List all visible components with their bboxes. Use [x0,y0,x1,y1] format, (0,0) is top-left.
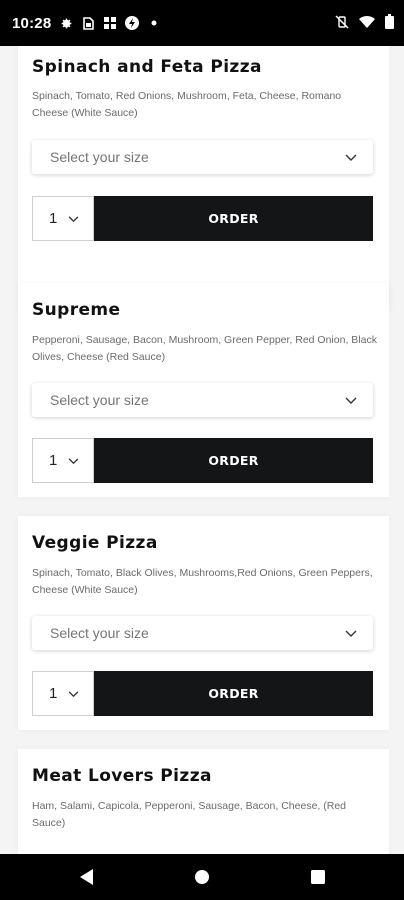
item-title: Spinach and Feta Pizza [32,57,262,77]
mute-vibrate-icon [335,14,349,33]
item-title: Meat Lovers Pizza [32,766,212,786]
menu-item-card: Supreme Pepperoni, Sausage, Bacon, Mushr… [18,283,389,497]
chevron-down-icon [345,149,357,165]
order-button[interactable]: ORDER [94,671,373,716]
size-select-placeholder: Select your size [50,625,149,641]
home-icon[interactable] [190,865,214,889]
status-bar: 10:28 [0,0,404,46]
order-button[interactable]: ORDER [94,438,373,483]
data-saver-icon [125,16,140,30]
order-row: 1 ORDER [32,671,373,716]
size-select-placeholder: Select your size [50,392,149,408]
sim-card-icon [81,16,95,30]
size-select[interactable]: Select your size [32,383,373,417]
system-nav-bar [0,854,404,900]
quantity-value: 1 [49,685,58,702]
menu-item-card: Spinach and Feta Pizza Spinach, Tomato, … [18,46,389,312]
item-title: Veggie Pizza [32,533,158,553]
app-grid-icon [103,16,117,30]
menu-item-card: Meat Lovers Pizza Ham, Salami, Capicola,… [18,749,389,854]
quantity-select[interactable]: 1 [32,196,94,241]
menu-list[interactable]: Spinach and Feta Pizza Spinach, Tomato, … [0,46,404,854]
chevron-down-icon [68,210,79,227]
quantity-select[interactable]: 1 [32,671,94,716]
size-select[interactable]: Select your size [32,616,373,650]
dot-icon [147,16,161,30]
size-select-placeholder: Select your size [50,149,149,165]
order-row: 1 ORDER [32,438,373,483]
recents-icon[interactable] [306,865,330,889]
order-row: 1 ORDER [32,196,373,241]
item-title: Supreme [32,300,121,320]
quantity-value: 1 [49,210,58,227]
quantity-value: 1 [49,452,58,469]
order-button[interactable]: ORDER [94,196,373,241]
status-bar-left: 10:28 [12,15,161,32]
item-description: Pepperoni, Sausage, Bacon, Mushroom, Gre… [32,334,377,363]
gear-icon [59,16,73,30]
chevron-down-icon [345,392,357,408]
quantity-select[interactable]: 1 [32,438,94,483]
item-description: Spinach, Tomato, Black Olives, Mushrooms… [32,567,373,596]
item-description: Ham, Salami, Capicola, Pepperoni, Sausag… [32,800,347,829]
size-select[interactable]: Select your size [32,140,373,174]
chevron-down-icon [68,685,79,702]
item-description: Spinach, Tomato, Red Onions, Mushroom, F… [32,90,342,119]
wifi-icon [359,14,375,33]
chevron-down-icon [68,452,79,469]
status-time: 10:28 [12,14,52,32]
battery-icon [385,13,394,33]
back-icon[interactable] [74,865,98,889]
status-bar-right [335,13,394,33]
menu-item-card: Veggie Pizza Spinach, Tomato, Black Oliv… [18,516,389,730]
chevron-down-icon [345,625,357,641]
